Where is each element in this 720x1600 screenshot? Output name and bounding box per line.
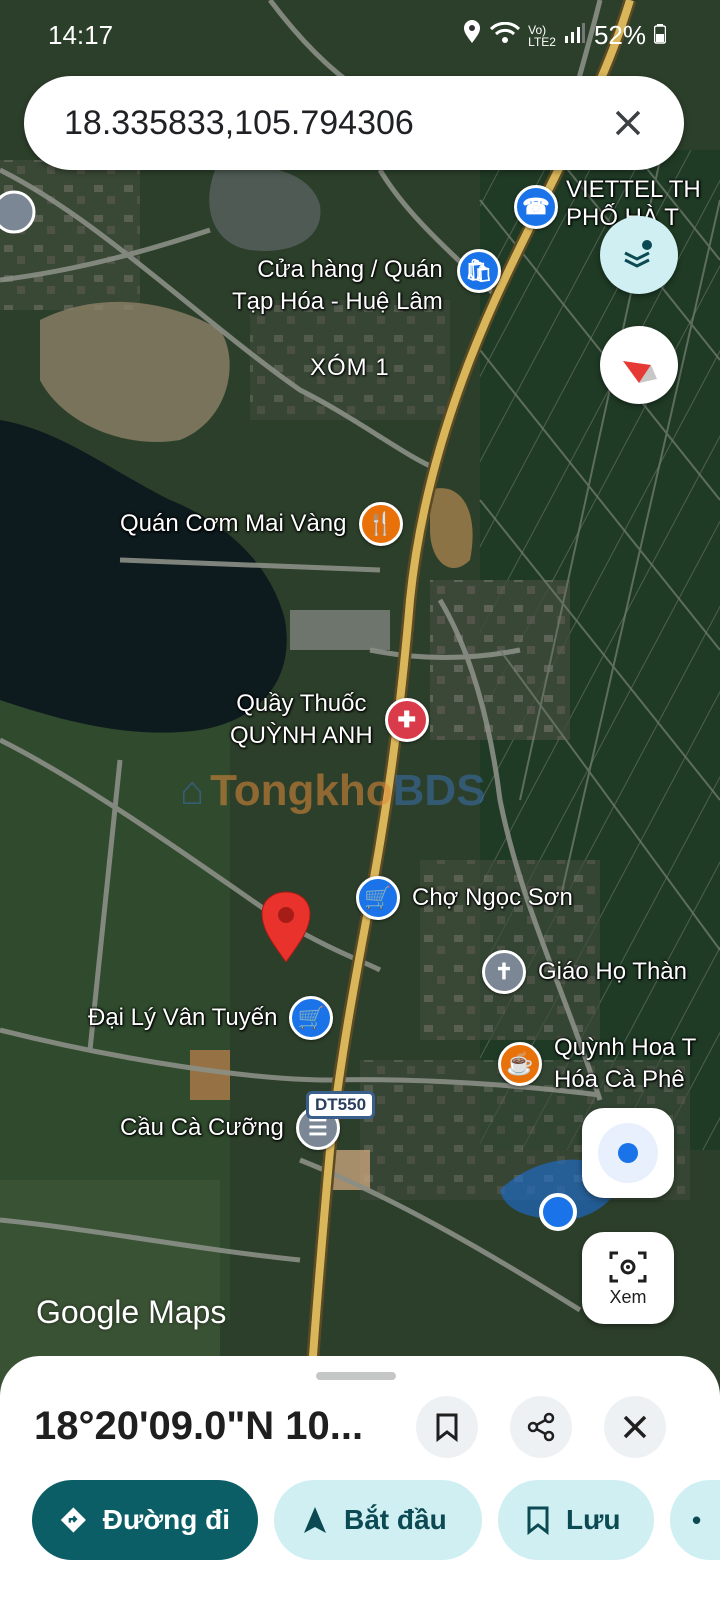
layers-button[interactable] — [600, 216, 678, 294]
layers-icon — [624, 240, 652, 268]
my-location-dot — [539, 1193, 577, 1231]
my-location-button[interactable] — [582, 1108, 674, 1198]
poi-quynh-hoa[interactable]: ☕ Quỳnh Hoa T Hóa Cà Phê — [498, 1032, 696, 1096]
poi-quay-thuoc[interactable]: Quầy Thuốc QUỲNH ANH ✚ — [230, 688, 429, 752]
battery-icon — [653, 20, 667, 51]
compass-icon — [623, 361, 657, 383]
poi-label: Đại Lý Vân Tuyến — [88, 1004, 278, 1031]
status-icons: Vo) LTE2 52% — [462, 20, 667, 51]
directions-button[interactable]: Đường đi — [32, 1480, 258, 1560]
poi-label: Quán Cơm Mai Vàng — [120, 510, 347, 537]
poi-label: Quầy Thuốc QUỲNH ANH — [230, 690, 373, 749]
navigation-arrow-icon — [304, 1507, 326, 1533]
cafe-icon: ☕ — [498, 1042, 542, 1086]
poi-dai-ly-van-tuyen[interactable]: Đại Lý Vân Tuyến 🛒 — [88, 996, 334, 1040]
maps-screen: XÓM 1 ☎ VIETTEL TH PHỐ HÀ T Cửa hàng / Q… — [0, 0, 720, 1600]
search-bar[interactable]: 18.335833,105.794306 — [24, 76, 684, 170]
start-button[interactable]: Bắt đầu — [274, 1480, 482, 1560]
shopping-cart-icon: 🛒 — [356, 876, 400, 920]
bookmark-icon — [436, 1413, 458, 1442]
poi-label: Giáo Họ Thàn — [538, 958, 687, 985]
poi-label: Chợ Ngọc Sơn — [412, 884, 573, 911]
directions-icon — [60, 1507, 86, 1533]
poi-giao-ho[interactable]: ✝ Giáo Họ Thàn — [482, 950, 687, 994]
poi-label: Cầu Cà Cưỡng — [120, 1114, 284, 1141]
place-title: 18°20'09.0"N 10... — [34, 1404, 364, 1448]
wifi-icon — [490, 20, 521, 51]
view-label: Xem — [609, 1286, 647, 1307]
poi-quan-com-mai-vang[interactable]: Quán Cơm Mai Vàng 🍴 — [120, 502, 403, 546]
more-icon: • — [692, 1504, 702, 1535]
watermark-part1: Tongkho — [210, 766, 393, 815]
shopping-cart-icon: 🛒 — [289, 996, 334, 1040]
watermark: ⌂ Tongkho BDS — [180, 766, 486, 816]
landmark-pin-icon[interactable] — [0, 190, 36, 234]
view-button[interactable]: Xem — [582, 1232, 674, 1324]
restaurant-icon: 🍴 — [358, 502, 403, 546]
battery-level: 52% — [593, 20, 646, 50]
status-bar: 14:17 Vo) LTE2 52% — [0, 0, 720, 70]
save-button[interactable]: Lưu — [498, 1480, 654, 1560]
my-location-icon — [598, 1123, 658, 1183]
house-logo-icon: ⌂ — [180, 768, 205, 813]
save-icon-button[interactable] — [416, 1396, 478, 1458]
save-label: Lưu — [566, 1504, 621, 1535]
location-icon — [462, 20, 482, 51]
network-type: Vo) LTE2 — [528, 22, 556, 49]
directions-label: Đường đi — [102, 1504, 230, 1535]
poi-hue-lam[interactable]: Cửa hàng / Quán Tạp Hóa - Huệ Lâm 🛍 — [232, 249, 501, 318]
poi-viettel[interactable]: ☎ VIETTEL TH PHỐ HÀ T — [514, 176, 701, 232]
church-icon: ✝ — [482, 950, 526, 994]
clear-search-button[interactable] — [608, 103, 648, 143]
google-maps-attribution: Google Maps — [36, 1294, 227, 1330]
shopping-bag-icon: 🛍 — [456, 249, 501, 293]
compass-button[interactable] — [600, 326, 678, 404]
start-label: Bắt đầu — [344, 1504, 447, 1535]
poi-label: Quỳnh Hoa T Hóa Cà Phê — [554, 1034, 697, 1093]
poi-label: Cửa hàng / Quán Tạp Hóa - Huệ Lâm — [232, 256, 443, 315]
status-time: 14:17 — [48, 20, 114, 50]
close-icon — [623, 1415, 647, 1439]
pharmacy-icon: ✚ — [384, 698, 429, 742]
signal-icon — [564, 20, 586, 51]
share-button[interactable] — [510, 1396, 572, 1458]
drag-handle[interactable] — [316, 1372, 396, 1380]
poi-cho-ngoc-son[interactable]: 🛒 Chợ Ngọc Sơn — [356, 876, 573, 920]
share-icon — [527, 1412, 555, 1442]
place-label: XÓM 1 — [310, 354, 390, 381]
camera-icon — [609, 1251, 647, 1282]
bookmark-icon — [527, 1506, 549, 1535]
road-shield: DT550 — [306, 1091, 376, 1119]
close-sheet-button[interactable] — [604, 1396, 666, 1458]
place-bottom-sheet[interactable]: 18°20'09.0"N 10... Đường đi Bắt đầu Lưu … — [0, 1356, 720, 1600]
close-icon — [615, 110, 641, 136]
search-input[interactable]: 18.335833,105.794306 — [64, 104, 608, 143]
shopping-bag-icon: ☎ — [514, 185, 558, 229]
watermark-part2: BDS — [392, 766, 486, 815]
more-actions-button[interactable]: • — [670, 1480, 720, 1560]
